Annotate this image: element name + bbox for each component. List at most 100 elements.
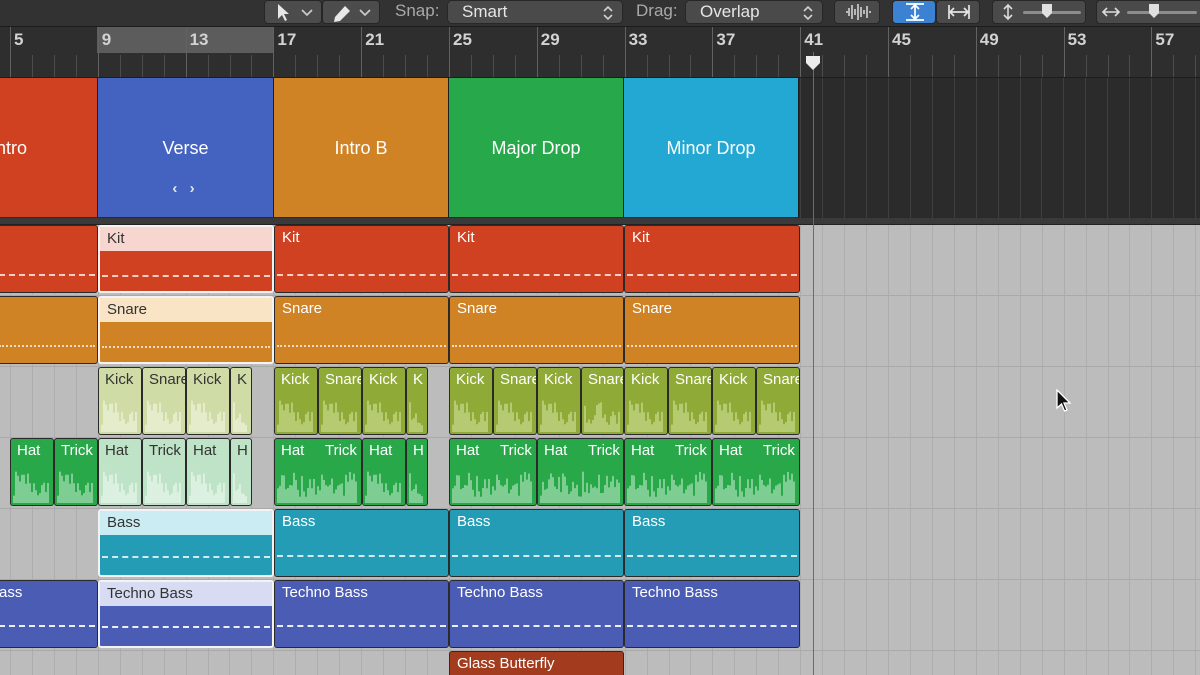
pointer-tool-menu[interactable] [264,0,322,24]
region-audio-hat-trick[interactable]: Hat [362,438,406,506]
region-audio-hat-trick[interactable]: Hat [186,438,230,506]
region-label: Hat [281,442,305,459]
region-audio-hat-trick[interactable]: Hat Trick [712,438,800,506]
region-kit[interactable]: Kit [274,225,449,293]
snap-select[interactable]: Smart [447,0,623,24]
marker-minor-drop[interactable]: Minor Drop [624,78,799,217]
region-audio-hat-trick[interactable]: H [406,438,428,506]
grid-line [1020,225,1021,675]
region-audio-hat-trick[interactable]: Hat Trick [624,438,712,506]
region-audio-kick-snare[interactable]: Snare [668,367,712,435]
region-techno-bass[interactable]: Techno Bass [274,580,449,648]
region-snare[interactable]: Snare [624,296,800,364]
ruler-bar-number: 37 [716,30,736,49]
region-audio-kick-snare[interactable]: Kick [362,367,406,435]
region-audio-kick-snare[interactable]: Kick [624,367,668,435]
region-audio-kick-snare[interactable]: Kick [274,367,318,435]
region-snare[interactable]: Snare [274,296,449,364]
marker-intro-b[interactable]: Intro B [274,78,449,217]
region-audio-kick-snare[interactable]: Snare [142,367,186,435]
ruler-tick [998,55,999,77]
ruler-tick [230,55,231,77]
region-glass-butterfly[interactable]: Glass Butterfly [449,651,624,675]
timeline-ruler[interactable]: 5 9 13 17 21 25 29 33 37 41 45 49 53 57 [0,27,1200,78]
region-audio-kick-snare[interactable]: Snare [581,367,624,435]
region-audio-kick-snare[interactable]: Kick [186,367,230,435]
region-audio-kick-snare[interactable]: Snare [756,367,800,435]
region-audio-hat-trick[interactable]: H [230,438,252,506]
region-label: Kick [193,371,222,388]
region-kit[interactable]: Kit [624,225,800,293]
ruler-bar-number: 41 [804,30,824,49]
region-label: H [237,442,248,459]
mouse-cursor-icon [1056,389,1072,412]
region-audio-kick-snare[interactable]: Kick [537,367,581,435]
region-audio-kick-snare[interactable]: Kick [712,367,756,435]
playhead-line[interactable] [813,52,814,675]
grid-line [800,225,801,675]
vertical-zoom-slider-knob[interactable] [1040,2,1054,20]
pencil-tool-icon [334,6,371,22]
vertical-fit-button[interactable] [892,0,936,24]
marker-verse[interactable]: Verse ‹ › [98,78,274,217]
audio-waveform [189,471,225,503]
region-bass[interactable]: Bass [449,509,624,577]
midi-notes [0,274,95,278]
horizontal-zoom-slider-track[interactable] [1127,11,1197,14]
region-bass[interactable]: Bass [274,509,449,577]
region-audio-hat-trick[interactable]: Hat [98,438,142,506]
region-audio-hat-trick[interactable]: Hat Trick [274,438,362,506]
audio-waveform [13,471,49,503]
region-bass[interactable]: Bass [624,509,800,577]
tracks-area[interactable]: Kit Kit Kit Kit Snare Snare Snare Snare … [0,225,1200,675]
region-audio-hat-trick[interactable]: Hat [10,438,54,506]
horizontal-fit-button[interactable] [936,0,980,24]
region-techno-bass[interactable]: Techno Bass [98,580,274,648]
region-audio-kick-snare[interactable]: K [230,367,252,435]
marker-major-drop[interactable]: Major Drop [449,78,624,217]
region-audio-kick-snare[interactable]: Kick [98,367,142,435]
region-snare[interactable]: Snare [98,296,274,364]
region-audio-kick-snare[interactable]: Kick [449,367,493,435]
pencil-tool-menu[interactable] [322,0,380,24]
ruler-tick [10,27,11,77]
region-kit-partial[interactable] [0,225,98,293]
region-label: Snare [325,371,362,388]
arrangement-divider[interactable] [0,218,1200,225]
region-audio-hat-trick[interactable]: Hat Trick [537,438,624,506]
grid-line [998,78,999,218]
region-audio-hat-trick[interactable]: Trick [54,438,98,506]
horizontal-zoom-control[interactable] [1096,0,1200,24]
region-audio-kick-snare[interactable]: Snare [493,367,537,435]
region-techno-bass[interactable]: Techno Bass [624,580,800,648]
ruler-bar-number: 53 [1067,30,1087,49]
region-label: Trick [588,442,620,459]
marker-nav-arrows-icon[interactable]: ‹ › [98,180,273,197]
ruler-tick [339,55,340,77]
ruler-tick [515,55,516,77]
region-audio-kick-snare[interactable]: Snare [318,367,362,435]
region-audio-hat-trick[interactable]: Hat Trick [449,438,537,506]
region-techno-bass-partial[interactable]: ass [0,580,98,648]
region-kit[interactable]: Kit [449,225,624,293]
vertical-zoom-control[interactable] [992,0,1086,24]
marker-intro[interactable]: ntro [0,78,98,217]
marker-minor-drop-label: Minor Drop [666,138,756,158]
waveform-zoom-button[interactable] [834,0,880,24]
ruler-tick [625,27,626,77]
region-label: Kit [457,229,475,246]
drag-select[interactable]: Overlap [685,0,823,24]
region-audio-hat-trick[interactable]: Trick [142,438,186,506]
region-audio-kick-snare[interactable]: K [406,367,428,435]
horizontal-zoom-slider-knob[interactable] [1147,2,1161,20]
cycle-range[interactable] [97,27,273,53]
ruler-tick [603,55,604,77]
region-techno-bass[interactable]: Techno Bass [449,580,624,648]
region-bass[interactable]: Bass [98,509,274,577]
region-snare-partial[interactable] [0,296,98,364]
snap-label: Snap: [395,1,440,20]
ruler-tick [669,55,670,77]
region-kit[interactable]: Kit [98,225,274,293]
playhead-marker-icon[interactable] [804,54,822,72]
region-snare[interactable]: Snare [449,296,624,364]
